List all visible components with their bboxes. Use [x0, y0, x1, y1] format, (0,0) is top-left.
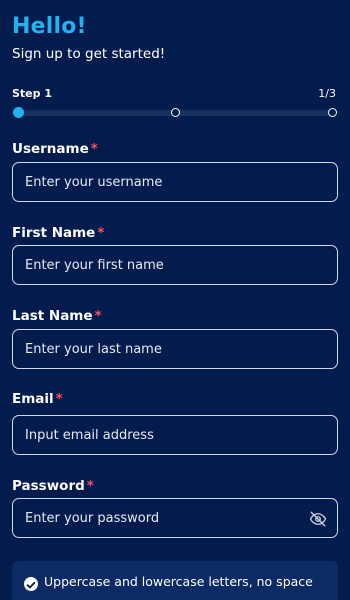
step-count: 1/3: [318, 87, 336, 100]
required-marker: *: [97, 225, 105, 241]
password-rule-text: Uppercase and lowercase letters, no spac…: [44, 574, 313, 589]
email-label: Email *: [12, 391, 63, 407]
step-3-indicator: [328, 108, 337, 117]
required-marker: *: [86, 478, 94, 494]
password-input[interactable]: [12, 498, 338, 538]
required-marker: *: [90, 141, 98, 157]
page-title: Hello!: [12, 14, 87, 39]
required-marker: *: [94, 308, 102, 324]
first-name-input[interactable]: [12, 245, 338, 285]
last-name-input[interactable]: [12, 329, 338, 369]
email-input[interactable]: [12, 415, 338, 455]
step-1-indicator: [13, 107, 24, 118]
page-subtitle: Sign up to get started!: [12, 46, 166, 62]
username-label: Username *: [12, 141, 98, 157]
eye-off-icon[interactable]: [309, 510, 327, 528]
step-2-indicator: [171, 108, 180, 117]
username-input[interactable]: [12, 162, 338, 202]
password-label: Password *: [12, 478, 94, 494]
check-circle-icon: [24, 577, 38, 591]
required-marker: *: [55, 391, 63, 407]
step-label: Step 1: [12, 87, 52, 100]
first-name-label: First Name *: [12, 225, 105, 241]
last-name-label: Last Name *: [12, 308, 102, 324]
